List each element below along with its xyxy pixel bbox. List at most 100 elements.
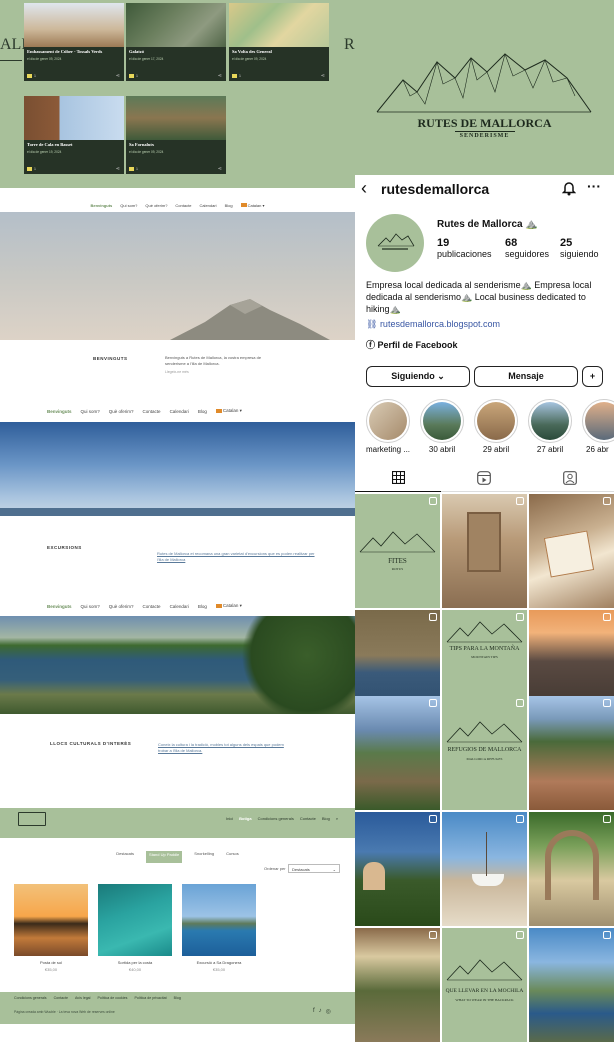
product-card[interactable]: Excursió a Sa Dragonera €35,00	[182, 884, 256, 972]
post-thumbnail[interactable]: REFUGIOS DE MALLORCA MALLORCA REFUGES	[442, 696, 527, 810]
stat-followers[interactable]: 68 seguidores	[505, 237, 549, 259]
product-title[interactable]: Posta de sol	[14, 960, 88, 965]
section-link-text[interactable]: Coneix la cultura i la tradició, mobles …	[158, 742, 293, 753]
category-tab[interactable]: Cursos	[226, 851, 239, 863]
blog-card-title[interactable]: Embassament de Cúber - Tossals Verds	[24, 47, 124, 54]
sort-select[interactable]: Destacats ⌄	[288, 864, 340, 873]
comment-icon[interactable]	[27, 74, 32, 78]
language-select[interactable]: Catalan ▾	[240, 203, 264, 208]
share-icon[interactable]: ⋖	[218, 73, 222, 79]
blog-card[interactable]: Galatzó el dia de gener 17, 2024 1 ⋖	[126, 3, 226, 81]
blog-card-title[interactable]: Galatzó	[126, 47, 226, 54]
blog-card-title[interactable]: Torre de Cala en Basset	[24, 140, 124, 147]
footer-link[interactable]: Condicions generals	[14, 996, 47, 1000]
profile-avatar[interactable]	[366, 214, 424, 272]
blog-card[interactable]: Torre de Cala en Basset el dia de gener …	[24, 96, 124, 174]
post-thumbnail[interactable]	[442, 494, 527, 608]
post-thumbnail[interactable]	[529, 696, 614, 810]
nav-item[interactable]: Benvinguts	[91, 203, 113, 208]
blog-card[interactable]: Sa Volta des General el dia de gener 09,…	[229, 3, 329, 81]
story-highlight[interactable]: 29 abril	[474, 399, 518, 454]
section-link-text[interactable]: Rutes de Mallorca et recomana una gran v…	[157, 551, 317, 562]
nav-item[interactable]: Qui som?	[81, 604, 100, 609]
post-thumbnail[interactable]	[529, 494, 614, 608]
product-title[interactable]: Excursió a Sa Dragonera	[182, 960, 256, 965]
nav-item[interactable]: Blog	[198, 409, 207, 414]
category-tab[interactable]: Stand Up Paddle	[146, 851, 183, 863]
profile-link[interactable]: ⛓ rutesdemallorca.blogspot.com	[366, 319, 500, 330]
post-thumbnail[interactable]	[355, 928, 440, 1042]
product-image[interactable]	[14, 884, 88, 956]
post-thumbnail[interactable]	[529, 812, 614, 926]
share-icon[interactable]: ⋖	[116, 166, 120, 172]
footer-link[interactable]: Política de cookies	[97, 996, 127, 1000]
blog-card-title[interactable]: Sa Volta des General	[229, 47, 329, 54]
share-icon[interactable]: ⋖	[218, 166, 222, 172]
nav-item[interactable]: Benvinguts	[47, 604, 72, 609]
tiktok-icon[interactable]: ♪	[319, 1008, 322, 1015]
nav-item[interactable]: Contacte	[175, 203, 191, 208]
tab-reels[interactable]	[441, 464, 527, 492]
language-select[interactable]: Catalan ▾	[215, 603, 242, 609]
instagram-icon[interactable]: ◎	[326, 1008, 331, 1015]
following-button[interactable]: Siguiendo ⌄	[366, 366, 470, 387]
story-highlight[interactable]: 26 abr	[582, 399, 614, 454]
search-icon[interactable]: ⌕	[336, 816, 338, 821]
category-tab[interactable]: Snorkelling	[194, 851, 214, 863]
comment-icon[interactable]	[27, 167, 32, 171]
language-select[interactable]: Catalan ▾	[215, 408, 242, 414]
nav-item[interactable]: Blog	[198, 604, 207, 609]
post-thumbnail[interactable]	[355, 812, 440, 926]
post-thumbnail[interactable]	[442, 812, 527, 926]
share-icon[interactable]: ⋖	[321, 73, 325, 79]
product-image[interactable]	[182, 884, 256, 956]
post-thumbnail[interactable]	[355, 696, 440, 810]
nav-item[interactable]: Qui som?	[120, 203, 137, 208]
story-highlight[interactable]: marketing ...	[366, 399, 410, 454]
nav-item[interactable]: Calendari	[170, 409, 189, 414]
post-thumbnail[interactable]: QUE LLEVAR EN LA MOCHILA WHAT TO WEAR IN…	[442, 928, 527, 1042]
add-user-button[interactable]: +	[582, 366, 603, 387]
comment-icon[interactable]	[129, 167, 134, 171]
nav-item[interactable]: Què oferim?	[109, 409, 134, 414]
nav-item[interactable]: Què oferim?	[145, 203, 167, 208]
product-card[interactable]: Posta de sol €35,00	[14, 884, 88, 972]
message-button[interactable]: Mensaje	[474, 366, 578, 387]
post-thumbnail[interactable]	[529, 928, 614, 1042]
nav-item[interactable]: Benvinguts	[47, 409, 72, 414]
shop-nav-item[interactable]: Condicions generals	[258, 816, 294, 821]
nav-item[interactable]: Blog	[225, 203, 233, 208]
blog-card-title[interactable]: Sa Fornalutx	[126, 140, 226, 147]
shop-nav-item[interactable]: Contacte	[300, 816, 316, 821]
product-image[interactable]	[98, 884, 172, 956]
stat-posts[interactable]: 19 publicaciones	[437, 237, 492, 259]
nav-item[interactable]: Contacte	[143, 409, 161, 414]
footer-link[interactable]: Avís legal	[75, 996, 91, 1000]
back-arrow-icon[interactable]: ‹	[361, 178, 367, 199]
footer-link[interactable]: Contacte	[54, 996, 68, 1000]
comment-icon[interactable]	[129, 74, 134, 78]
shop-nav-item[interactable]: Botiga	[239, 816, 251, 821]
stat-following[interactable]: 25 siguiendo	[560, 237, 599, 259]
product-card[interactable]: Sortida per la costa €40,00	[98, 884, 172, 972]
shop-logo[interactable]	[18, 812, 46, 826]
share-icon[interactable]: ⋖	[116, 73, 120, 79]
product-title[interactable]: Sortida per la costa	[98, 960, 172, 965]
facebook-profile-link[interactable]: ⓕ Perfil de Facebook	[366, 338, 458, 351]
more-options-icon[interactable]: ···	[587, 178, 601, 194]
story-highlight[interactable]: 30 abril	[420, 399, 464, 454]
tab-posts-grid[interactable]	[355, 464, 441, 492]
footer-link[interactable]: Política de privacitat	[134, 996, 166, 1000]
nav-item[interactable]: Calendari	[199, 203, 216, 208]
nav-item[interactable]: Contacte	[143, 604, 161, 609]
story-highlight[interactable]: 27 abril	[528, 399, 572, 454]
footer-link[interactable]: Blog	[174, 996, 181, 1000]
blog-card[interactable]: Sa Fornalutx el dia de gener 09, 2024 1 …	[126, 96, 226, 174]
nav-item[interactable]: Calendari	[170, 604, 189, 609]
nav-item[interactable]: Qui som?	[81, 409, 100, 414]
shop-nav-item[interactable]: Blog	[322, 816, 330, 821]
tab-tagged[interactable]	[527, 464, 613, 492]
post-thumbnail[interactable]: FITES ROTUS	[355, 494, 440, 608]
bell-icon[interactable]	[561, 180, 577, 196]
shop-nav-item[interactable]: Inici	[226, 816, 233, 821]
